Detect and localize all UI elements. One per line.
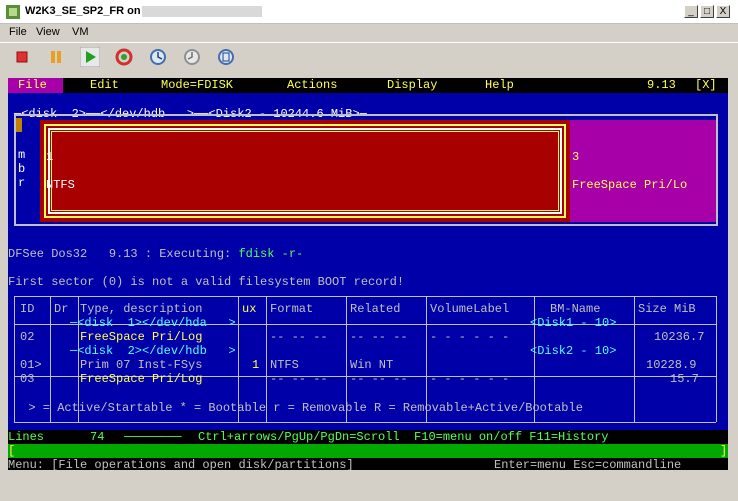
mbr-marker <box>16 118 22 132</box>
col-bmname: BM-Name <box>550 302 601 316</box>
disk2-bm: <Disk2 - 10> <box>530 344 617 358</box>
exec-line: DFSee Dos32 9.13 : Executing: fdisk -r- <box>8 247 303 261</box>
disk1-bm: <Disk1 - 10> <box>530 316 617 330</box>
col-size: Size MiB <box>638 302 696 316</box>
play-icon[interactable] <box>80 47 100 67</box>
boot-record-message: First sector (0) is not a valid filesyst… <box>8 275 405 289</box>
partition-type: Prim 07 Inst-FSys <box>80 358 203 372</box>
lines-label: Lines <box>8 430 45 444</box>
toolbar <box>0 42 738 70</box>
dfsee-menu-actions[interactable]: Actions <box>287 78 337 92</box>
stop-icon[interactable] <box>12 47 32 67</box>
table-row[interactable]: 01> <box>20 358 42 372</box>
col-format: Format <box>270 302 314 316</box>
related-value: Win NT <box>350 358 394 372</box>
col-volumelabel: VolumeLabel <box>430 302 510 316</box>
status-left: Menu: [File operations and open disk/par… <box>8 458 354 470</box>
command-input-open[interactable]: [ <box>8 444 15 458</box>
partition-3-fs: FreeSpace Pri/Lo <box>572 178 688 192</box>
dfsee-menu-edit[interactable]: Edit <box>90 78 119 92</box>
lines-rule: ──────── <box>124 430 182 444</box>
dfsee-menu-display[interactable]: Display <box>387 78 437 92</box>
window-titlebar: W2K3_SE_SP2_FR on _ □ X <box>0 0 738 24</box>
col-dr: Dr <box>54 302 69 316</box>
revert-icon[interactable] <box>182 47 202 67</box>
table-row[interactable]: 03 <box>20 372 34 386</box>
col-related: Related <box>350 302 401 316</box>
manage-snapshots-icon[interactable] <box>216 47 236 67</box>
menu-vm[interactable]: VM <box>72 26 89 38</box>
redacted-host <box>142 6 262 17</box>
related-dashes: -- -- -- <box>350 372 408 386</box>
lines-count: 74 <box>90 430 105 444</box>
size-value: 15.7 <box>670 372 699 386</box>
reset-icon[interactable] <box>114 47 134 67</box>
partition-1-number: 1 <box>46 150 54 164</box>
ux-value: 1 <box>252 358 260 372</box>
vm-console[interactable]: File Edit Mode=FDISK Actions Display Hel… <box>8 78 728 470</box>
disk2-row[interactable]: ─<disk 2></dev/hdb > <box>70 344 236 358</box>
dfsee-menu-file[interactable]: File <box>18 78 47 92</box>
lines-hint: Ctrl+arrows/PgUp/PgDn=Scroll F10=menu on… <box>198 430 609 444</box>
lines-bar: Lines 74 ──────── Ctrl+arrows/PgUp/PgDn=… <box>8 430 728 458</box>
exec-command: fdisk -r- <box>238 247 304 261</box>
format-dashes: -- -- -- <box>270 372 328 386</box>
table-row[interactable]: 02 <box>20 330 34 344</box>
label-dashes: - - - - - - <box>430 330 510 344</box>
exec-prefix: DFSee Dos32 9.13 : Executing: <box>8 247 239 261</box>
related-dashes: -- -- -- <box>350 330 408 344</box>
dfsee-menu-help[interactable]: Help <box>485 78 514 92</box>
snapshot-icon[interactable] <box>148 47 168 67</box>
partition-map: m b r 1 NTFS 3 FreeSpace Pri/Lo <box>14 114 718 226</box>
mbr-letter-b: b <box>18 162 26 176</box>
size-value: 10228.9 <box>646 358 697 372</box>
dfsee-menu-mode[interactable]: Mode=FDISK <box>161 78 233 92</box>
disk1-row[interactable]: ─<disk 1></dev/hda > <box>70 316 236 330</box>
format-value: NTFS <box>270 358 299 372</box>
window-title: W2K3_SE_SP2_FR on <box>25 5 141 17</box>
col-ux: ux <box>242 302 257 316</box>
partition-1-block[interactable]: 1 NTFS <box>40 120 570 222</box>
maximize-button[interactable]: □ <box>700 5 714 18</box>
pause-icon[interactable] <box>46 47 66 67</box>
legend-line: > = Active/Startable * = Bootable r = Re… <box>14 401 583 415</box>
partition-3-number: 3 <box>572 150 580 164</box>
freespace-type: FreeSpace Pri/Log <box>80 330 203 344</box>
dfsee-menubar: File Edit Mode=FDISK Actions Display Hel… <box>8 78 728 93</box>
size-value: 10236.7 <box>654 330 705 344</box>
close-button[interactable]: X <box>716 5 730 18</box>
col-id: ID <box>20 302 35 316</box>
dfsee-version: 9.13 <box>647 78 676 92</box>
menubar: File View VM <box>0 25 738 41</box>
format-dashes: -- -- -- <box>270 330 328 344</box>
status-right: Enter=menu Esc=commandline <box>494 458 682 470</box>
vmware-app-icon <box>6 5 20 19</box>
label-dashes: - - - - - - <box>430 372 510 386</box>
col-type: Type, description <box>80 302 203 316</box>
partition-1-fs: NTFS <box>46 178 75 192</box>
mbr-letter-r: r <box>18 176 26 190</box>
freespace-type: FreeSpace Pri/Log <box>80 372 203 386</box>
status-bar: Menu: [File operations and open disk/par… <box>8 458 728 470</box>
dfsee-close[interactable]: [X] <box>695 78 717 92</box>
command-input-close: ] <box>720 444 728 458</box>
menu-view[interactable]: View <box>36 26 60 38</box>
mbr-letter-m: m <box>18 148 26 162</box>
menu-file[interactable]: File <box>9 26 27 38</box>
minimize-button[interactable]: _ <box>684 5 698 18</box>
partition-3-block[interactable]: 3 FreeSpace Pri/Lo <box>570 120 716 222</box>
